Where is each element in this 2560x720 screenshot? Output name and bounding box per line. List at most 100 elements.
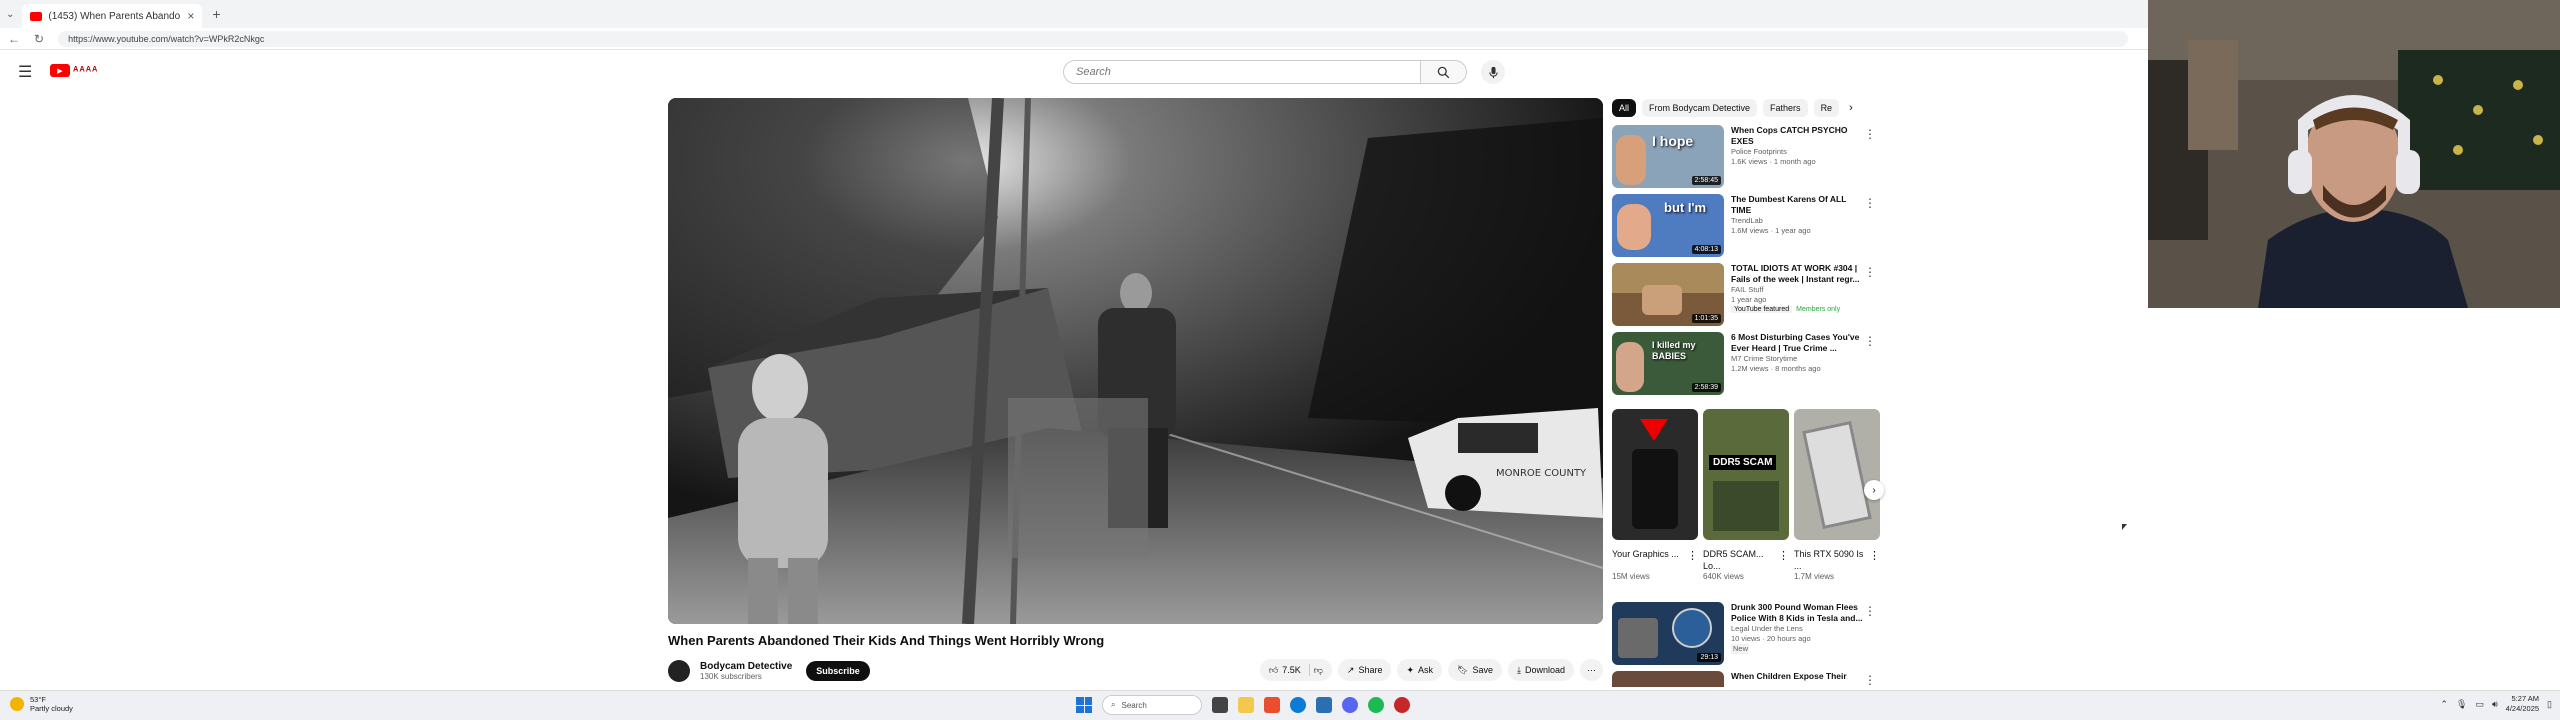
short-thumbnail[interactable]: DDR5 SCAM [1703,409,1789,540]
list-item[interactable]: 29:13 Drunk 300 Pound Woman Flees Police… [1612,602,1882,671]
office-icon[interactable] [1264,697,1280,713]
short-title[interactable]: Your Graphics ... [1612,548,1682,572]
chip-from-channel[interactable]: From Bodycam Detective [1642,99,1758,117]
microphone-icon [1488,66,1498,78]
rec-channel[interactable]: M7 Crime Storytime [1731,354,1866,364]
list-item[interactable]: 1:01:35 TOTAL IDIOTS AT WORK #304 | Fail… [1612,263,1882,332]
voice-search-button[interactable] [1481,60,1505,84]
taskbar-apps: ⌕ Search [1076,695,1410,715]
video-thumbnail[interactable]: 29:13 [1612,602,1724,665]
more-vertical-icon[interactable]: ⋮ [1687,549,1698,562]
more-vertical-icon[interactable]: ⋮ [1778,549,1789,562]
channel-name[interactable]: Bodycam Detective [700,661,792,672]
chip-fathers[interactable]: Fathers [1763,99,1808,117]
tab-list-chevron-icon[interactable]: ⌄ [6,9,14,20]
ask-button[interactable]: ✦ Ask [1397,659,1443,681]
rec-channel[interactable]: FAIL Stuff [1731,285,1866,295]
system-tray: ⌃ 🎙︎ ▭ 🔊︎ 5:27 AM 4/24/2025 ▯ [2441,694,2553,714]
taskbar-search[interactable]: ⌕ Search [1102,695,1202,715]
microphone-icon[interactable]: 🎙︎ [2456,699,2467,710]
video-thumbnail[interactable]: I killed my BABIES 2:58:39 [1612,332,1724,395]
weather-widget[interactable]: 53°F Partly cloudy [10,695,73,713]
edge-icon[interactable] [1290,697,1306,713]
obs-icon[interactable] [1394,697,1410,713]
download-icon: ⤓ [1516,664,1521,675]
store-icon[interactable] [1316,697,1332,713]
back-icon[interactable]: ← [8,32,20,46]
more-vertical-icon[interactable]: ⋮ [1869,549,1880,562]
rec-channel[interactable]: Police Footprints [1731,147,1866,157]
close-tab-icon[interactable]: × [187,9,194,23]
menu-icon[interactable]: ☰ [18,62,32,82]
video-player[interactable]: MONROE COUNTY [668,98,1603,624]
more-vertical-icon[interactable]: ⋮ [1864,604,1876,618]
short-title[interactable]: This RTX 5090 Is ... [1794,548,1864,572]
rec-title[interactable]: When Cops CATCH PSYCHO EXES [1731,125,1866,147]
list-item[interactable]: I hope 2:58:45 When Cops CATCH PSYCHO EX… [1612,125,1882,194]
thumbs-down-icon[interactable]: 👎︎ [1314,665,1323,676]
new-badge: New [1731,644,1749,654]
chip-re[interactable]: Re [1813,99,1840,117]
rec-title[interactable]: When Children Expose Their [1731,671,1866,682]
save-button[interactable]: 🔖︎ Save [1448,659,1502,681]
taskbar-search-label: Search [1121,700,1147,710]
video-thumbnail[interactable] [1612,671,1724,687]
clock-date: 4/24/2025 [2505,704,2540,713]
search-input[interactable] [1063,60,1421,84]
video-thumbnail[interactable]: but I'm 4:08:13 [1612,194,1724,257]
rec-title[interactable]: The Dumbest Karens Of ALL TIME [1731,194,1866,216]
webcam-feed [2148,0,2560,308]
discord-icon[interactable] [1342,697,1358,713]
windows-start-icon[interactable] [1076,697,1092,713]
youtube-doodle-icon: ᴬᴬᴬᴬ [73,64,99,77]
rec-title[interactable]: 6 Most Disturbing Cases You've Ever Hear… [1731,332,1866,354]
share-button[interactable]: ↗ Share [1337,659,1392,681]
rec-channel[interactable]: TrendLab [1731,216,1866,226]
download-button[interactable]: ⤓ Download [1507,659,1574,681]
rec-title[interactable]: TOTAL IDIOTS AT WORK #304 | Fails of the… [1731,263,1866,285]
network-icon[interactable]: ▭ [2475,699,2484,710]
short-title[interactable]: DDR5 SCAM... Lo... [1703,548,1773,572]
subscribe-button[interactable]: Subscribe [806,661,870,681]
new-tab-icon[interactable]: + [212,6,220,22]
list-item[interactable]: I killed my BABIES 2:58:39 6 Most Distur… [1612,332,1882,401]
youtube-logo[interactable]: ▶ ᴬᴬᴬᴬ [50,64,98,77]
more-vertical-icon[interactable]: ⋮ [1864,673,1876,687]
channel-avatar[interactable] [668,660,690,682]
chevron-right-icon[interactable]: › [1849,102,1853,114]
short-thumbnail[interactable] [1794,409,1880,540]
thumbnail-text: but I'm [1664,200,1707,215]
save-label: Save [1472,665,1493,675]
search-button[interactable] [1421,60,1467,84]
short-thumbnail[interactable] [1612,409,1698,540]
chevron-right-icon[interactable]: › [1864,480,1884,500]
rec-channel[interactable]: Legal Under the Lens [1731,624,1866,634]
video-thumbnail[interactable]: 1:01:35 [1612,263,1724,326]
more-vertical-icon[interactable]: ⋮ [1864,196,1876,210]
task-view-icon[interactable] [1212,697,1228,713]
volume-icon[interactable]: 🔊︎ [2492,699,2498,710]
video-thumbnail[interactable]: I hope 2:58:45 [1612,125,1724,188]
file-explorer-icon[interactable] [1238,697,1254,713]
weather-sun-icon [10,697,24,711]
chip-all[interactable]: All [1612,99,1637,117]
sparkle-icon: ✦ [1406,664,1415,675]
short-item[interactable]: DDR5 SCAM DDR5 SCAM... Lo... 640K views … [1703,409,1789,581]
more-vertical-icon[interactable]: ⋮ [1864,265,1876,279]
list-item[interactable]: but I'm 4:08:13 The Dumbest Karens Of AL… [1612,194,1882,263]
clock[interactable]: 5:27 AM 4/24/2025 [2506,694,2539,714]
reload-icon[interactable]: ↻ [34,32,44,46]
notification-icon[interactable]: ▯ [2547,699,2552,710]
browser-tab[interactable]: (1453) When Parents Abando × [22,4,203,28]
url-field[interactable]: https://www.youtube.com/watch?v=WPkR2cNk… [58,30,2128,47]
more-vertical-icon[interactable]: ⋮ [1864,334,1876,348]
chevron-up-icon[interactable]: ⌃ [2441,699,2449,710]
like-button[interactable]: 👍︎ 7.5K 👎︎ [1259,659,1332,681]
more-actions-button[interactable]: ⋯ [1580,659,1603,681]
spotify-icon[interactable] [1368,697,1384,713]
list-item[interactable]: When Children Expose Their ⋮ [1612,671,1882,687]
more-vertical-icon[interactable]: ⋮ [1864,127,1876,141]
share-label: Share [1358,665,1383,675]
rec-title[interactable]: Drunk 300 Pound Woman Flees Police With … [1731,602,1866,624]
short-item[interactable]: Your Graphics ... 15M views ⋮ [1612,409,1698,581]
